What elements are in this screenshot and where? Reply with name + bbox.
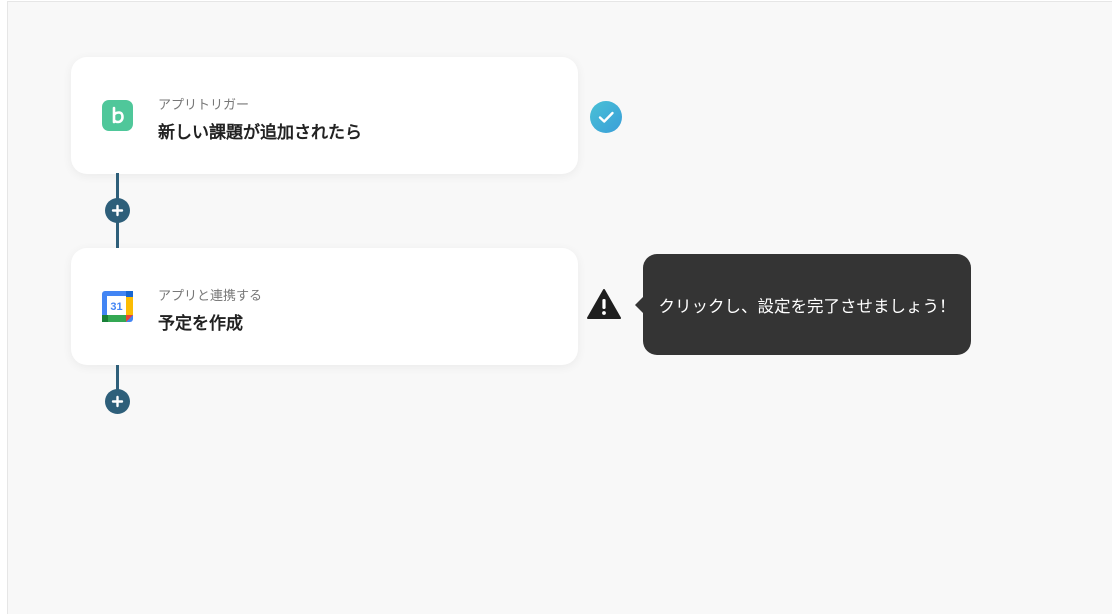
add-step-button[interactable]	[105, 198, 130, 223]
backlog-icon	[102, 100, 133, 131]
step-title: 新しい課題が追加されたら	[158, 123, 362, 143]
google-calendar-icon: 31	[102, 291, 133, 322]
setup-tooltip: クリックし、設定を完了させましょう！	[643, 254, 971, 355]
check-circle-icon	[590, 101, 622, 133]
calendar-day: 31	[110, 301, 122, 313]
step-title: 予定を作成	[158, 314, 243, 334]
plus-icon	[111, 204, 124, 217]
plus-icon	[111, 395, 124, 408]
step-subtitle: アプリと連携する	[158, 289, 263, 304]
step-subtitle: アプリトリガー	[158, 98, 250, 113]
tooltip-text: クリックし、設定を完了させましょう！	[658, 296, 956, 316]
warning-icon	[587, 288, 621, 320]
flow-step-trigger-card[interactable]: アプリトリガー 新しい課題が追加されたら	[71, 57, 578, 174]
flow-step-action-card[interactable]: 31 アプリと連携する 予定を作成	[71, 248, 578, 365]
add-step-button[interactable]	[105, 389, 130, 414]
